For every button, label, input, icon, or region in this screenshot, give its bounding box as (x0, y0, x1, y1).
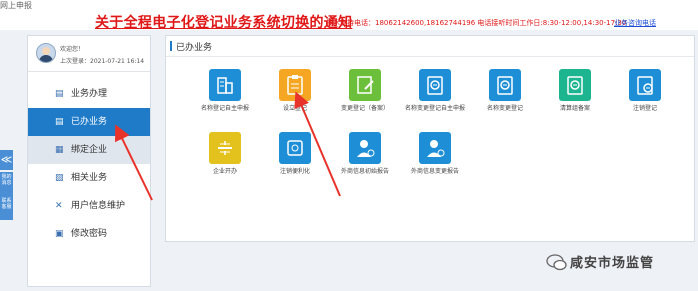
edit-doc-icon (349, 69, 381, 101)
person-report-icon (349, 132, 381, 164)
sidebar-item-completed[interactable]: ▤ 已办业务 (28, 108, 150, 136)
document-icon: ▤ (55, 89, 64, 99)
tile-convenient-cancel[interactable]: 注销便利化 (259, 132, 329, 192)
main-panel: 已办业务 名称登记自主申报 设立登记 变更登记（备案） 名称变更登记自主申报 名… (165, 35, 695, 242)
last-login-text: 上次登录：2021-07-21 16:14 (60, 58, 145, 65)
sidebar-item-business[interactable]: ▤ 业务办理 (28, 80, 150, 108)
top-bar: 网上申报 关于全程电子化登记业务系统切换的通知 技术支持电话：180621426… (0, 0, 698, 32)
sidebar-item-password[interactable]: ▣ 修改密码 (28, 220, 150, 248)
wechat-icon (546, 254, 567, 271)
tile-label: 外商信息变更报告 (410, 168, 459, 175)
page-title: 已办业务 (176, 43, 213, 53)
sidebar-item-label: 业务办理 (71, 89, 108, 99)
collapse-sidebar-button[interactable]: ≪ (0, 150, 13, 170)
tile-cancellation[interactable]: 注销登记 (609, 69, 679, 129)
sidebar-item-related[interactable]: ▧ 相关业务 (28, 164, 150, 192)
person-change-icon (419, 132, 451, 164)
doc-list-icon (559, 69, 591, 101)
tile-open-business[interactable]: 企业开办 (189, 132, 259, 192)
building-icon (209, 69, 241, 101)
tile-foreign-initial-report[interactable]: 外商信息初始报告 (329, 132, 399, 192)
tile-change-registration[interactable]: 变更登记（备案） (329, 69, 399, 129)
sidebar: 欢迎您！ 上次登录：2021-07-21 16:14 ▤ 业务办理 ▤ 已办业务… (27, 35, 151, 287)
avatar (36, 43, 56, 63)
customer-service-side-button[interactable]: 联系客服 (0, 196, 13, 220)
tile-establishment[interactable]: 设立登记 (259, 69, 329, 129)
panel-header: 已办业务 (166, 36, 694, 57)
sidebar-item-label: 已办业务 (71, 117, 108, 127)
user-panel: 欢迎您！ 上次登录：2021-07-21 16:14 (28, 36, 150, 72)
sidebar-item-label: 相关业务 (71, 173, 108, 183)
doc-change-icon (419, 69, 451, 101)
tile-name-change-self[interactable]: 名称变更登记自主申报 (399, 69, 469, 129)
document-check-icon: ▤ (55, 117, 64, 127)
welcome-text: 欢迎您！ (60, 46, 85, 53)
tile-liquidation[interactable]: 清算组备案 (539, 69, 609, 129)
tech-support-text: 技术支持电话：18062142600,18162744196 电话接听时间工作日… (326, 19, 627, 27)
notice-link[interactable]: 关于全程电子化登记业务系统切换的通知 (95, 12, 352, 32)
sidebar-item-label: 绑定企业 (71, 145, 108, 155)
tile-label: 注销登记 (632, 105, 657, 112)
doc-change-icon (489, 69, 521, 101)
title-accent (170, 41, 172, 51)
site-label: 网上申报 (0, 1, 32, 10)
tile-foreign-change-report[interactable]: 外商信息变更报告 (399, 132, 469, 192)
related-icon: ▧ (55, 173, 64, 183)
tile-name-change[interactable]: 名称变更登记 (469, 69, 539, 129)
lock-icon: ▣ (55, 229, 64, 239)
bind-icon: ▦ (55, 145, 64, 155)
sidebar-item-label: 修改密码 (71, 229, 108, 239)
tile-name-registration[interactable]: 名称登记自主申报 (189, 69, 259, 129)
sidebar-item-label: 用户信息维护 (71, 201, 126, 211)
sidebar-item-user-info[interactable]: ✕ 用户信息维护 (28, 192, 150, 220)
doc-cancel-icon (629, 69, 661, 101)
open-business-icon (209, 132, 241, 164)
sidebar-item-bind[interactable]: ▦ 绑定企业 (28, 136, 150, 164)
clipboard-icon (279, 69, 311, 101)
consult-link[interactable]: 业务咨询电话 (614, 18, 656, 28)
wrench-icon: ✕ (55, 201, 63, 211)
watermark-text: 咸安市场监管 (570, 256, 655, 271)
convenient-cancel-icon (279, 132, 311, 164)
messages-side-button[interactable]: 我的消息 (0, 172, 13, 196)
